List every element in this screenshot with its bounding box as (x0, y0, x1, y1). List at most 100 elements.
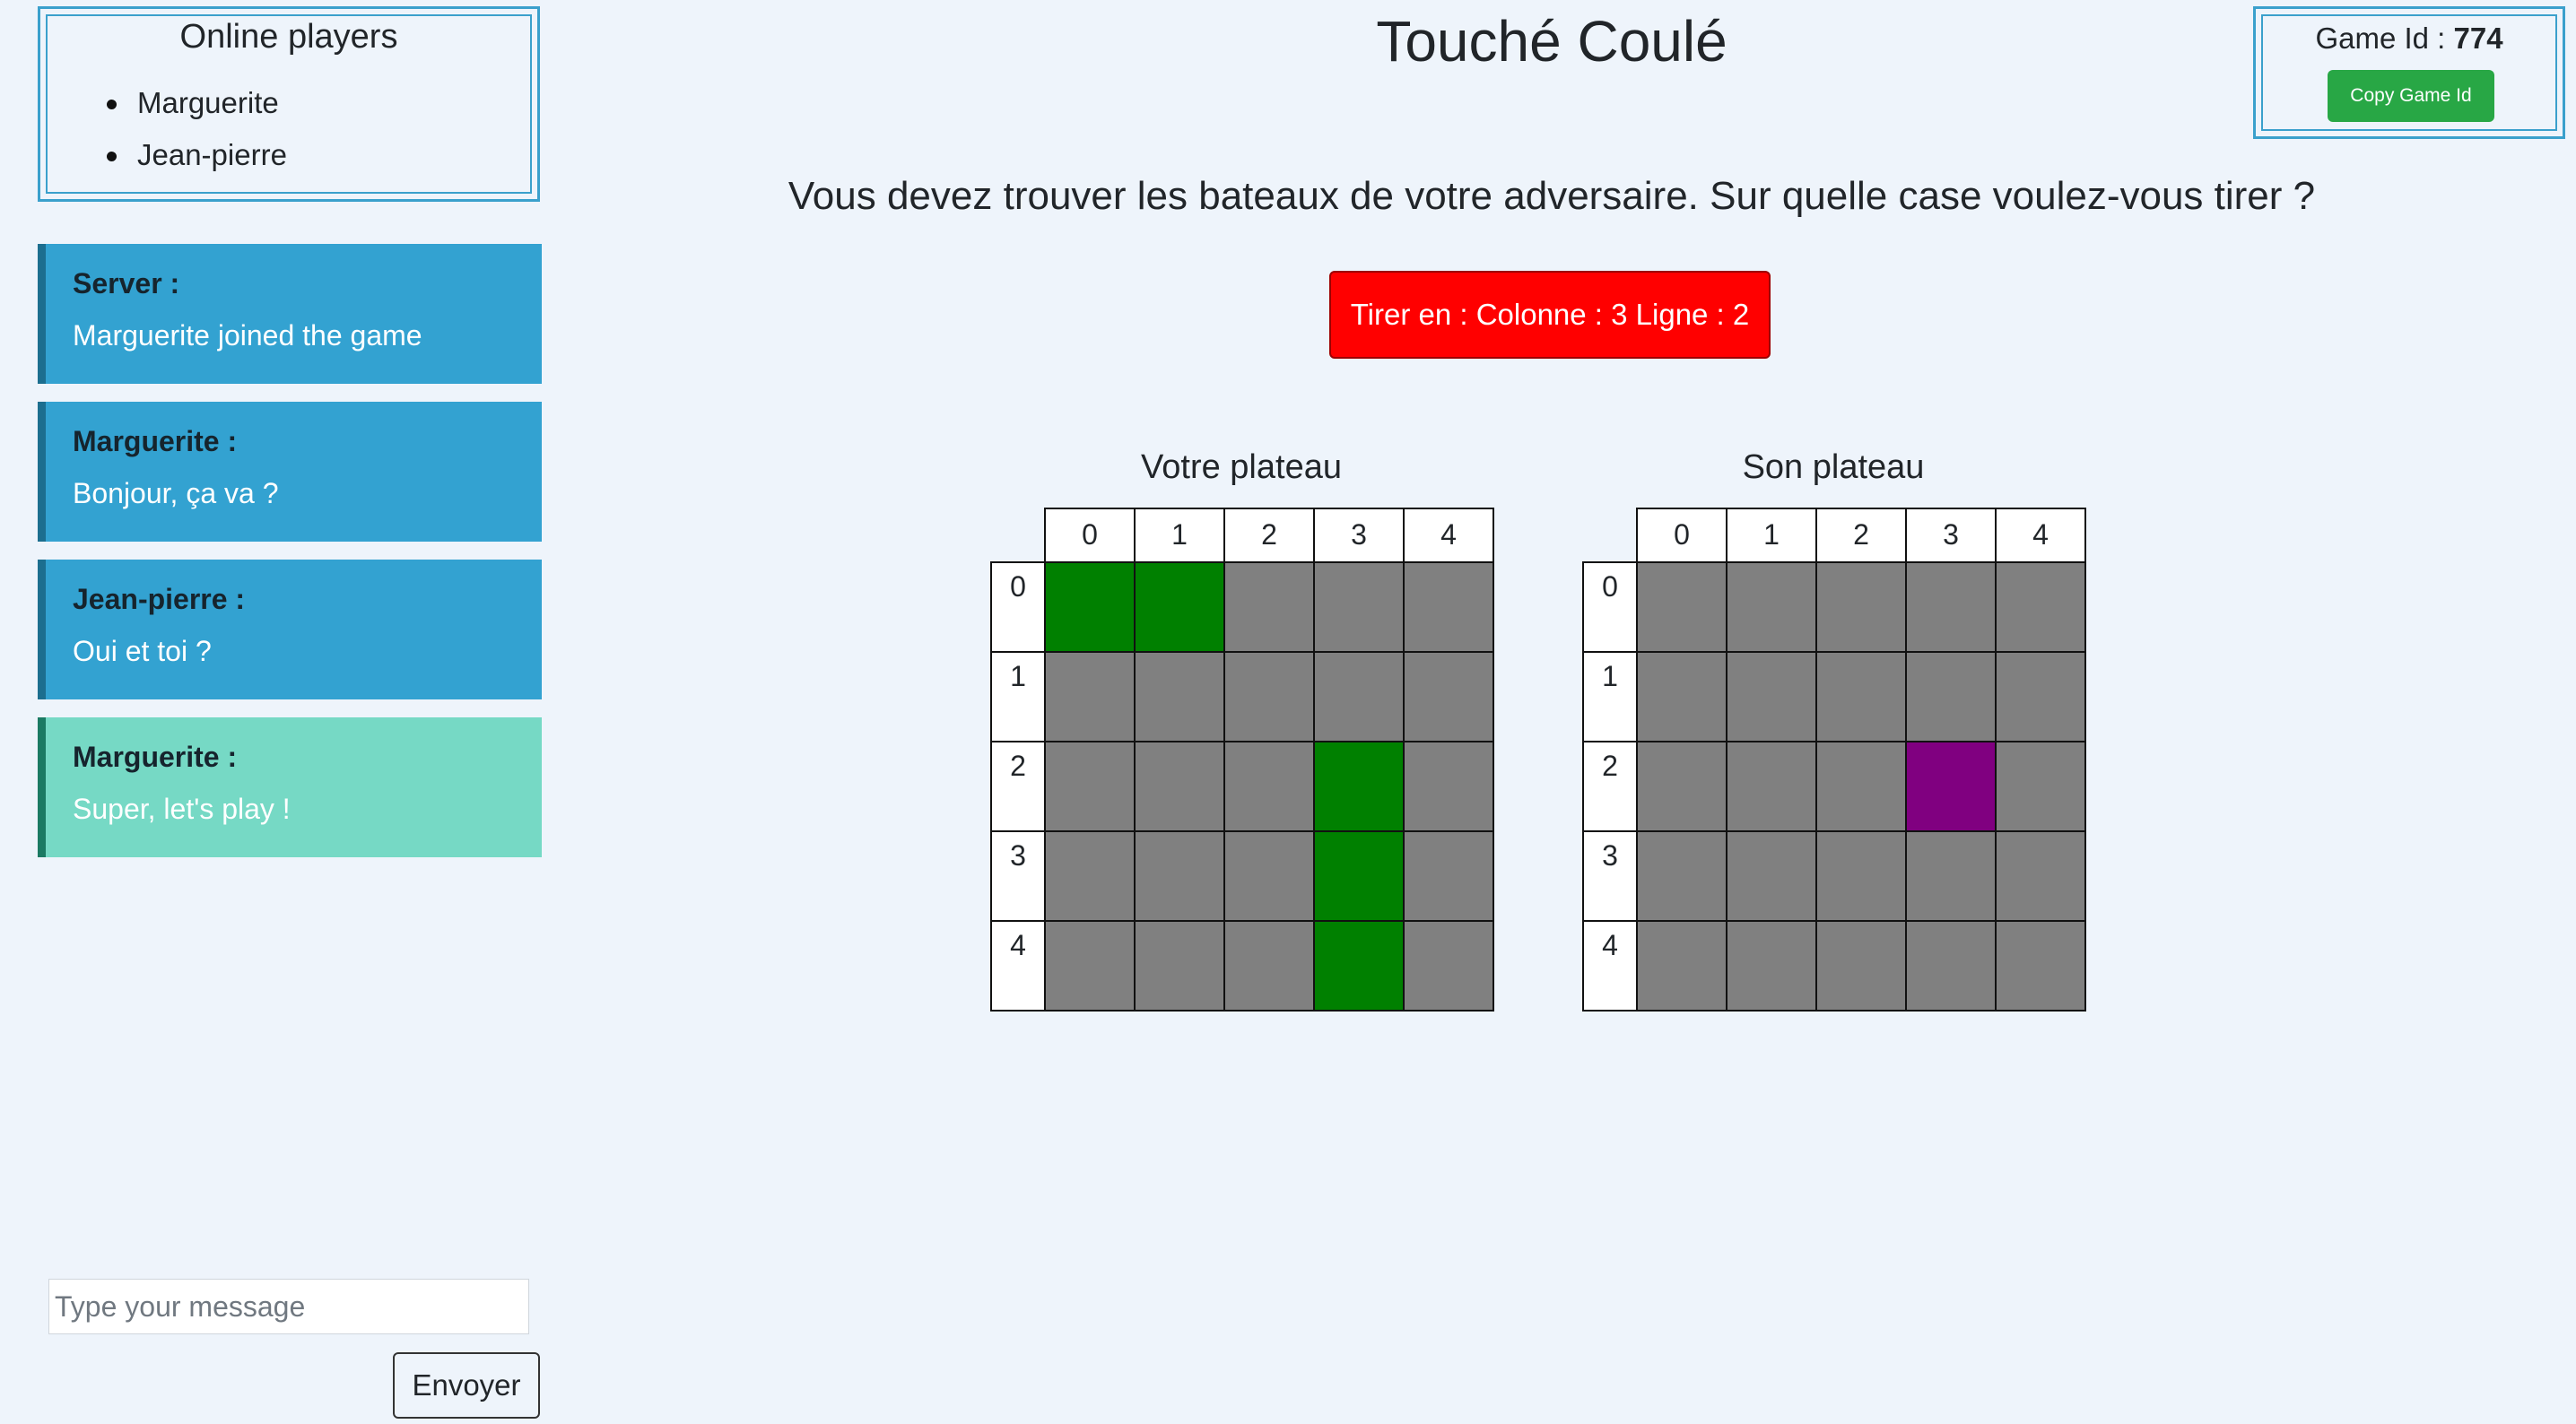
own-board-cell-ship (1313, 741, 1405, 832)
online-players-list: Marguerite Jean-pierre (103, 77, 287, 181)
player-name: Marguerite (137, 86, 279, 119)
chat-message: Marguerite : Bonjour, ça va ? (38, 402, 542, 542)
opponent-board-cell-empty[interactable] (1905, 920, 1997, 1012)
opponent-board-column-header: 1 (1726, 508, 1817, 563)
message-text: Bonjour, ça va ? (73, 477, 279, 509)
online-players-panel: Online players Marguerite Jean-pierre (38, 6, 540, 202)
message-text: Marguerite joined the game (73, 319, 422, 352)
own-board-row-header: 1 (990, 651, 1046, 742)
chat-message: Server : Marguerite joined the game (38, 244, 542, 384)
bullet-icon (107, 152, 117, 161)
own-board-cell-empty (1134, 920, 1225, 1012)
own-board-cell-ship (1313, 920, 1405, 1012)
opponent-board-row-header: 4 (1582, 920, 1638, 1012)
own-board-column-header: 3 (1313, 508, 1405, 563)
opponent-board-cell-empty[interactable] (1995, 830, 2086, 922)
opponent-board-cell-empty[interactable] (1726, 741, 1817, 832)
own-board-cell-empty (1223, 561, 1315, 653)
opponent-board-cell-empty[interactable] (1726, 830, 1817, 922)
own-board-cell-empty (1403, 830, 1494, 922)
opponent-board-cell-empty[interactable] (1815, 741, 1907, 832)
own-board-column-header: 0 (1044, 508, 1136, 563)
player-name: Jean-pierre (137, 138, 287, 171)
game-instruction: Vous devez trouver les bateaux de votre … (788, 174, 2316, 218)
own-board-cell-empty (1044, 651, 1136, 742)
chat-message-input[interactable] (48, 1279, 529, 1334)
game-id-value: 774 (2453, 22, 2503, 55)
opponent-board-cell-empty[interactable] (1995, 920, 2086, 1012)
own-board-cell-empty (1313, 561, 1405, 653)
opponent-board-row-header: 0 (1582, 561, 1638, 653)
opponent-board-title: Son plateau (1742, 448, 1925, 486)
opponent-board-row-header: 2 (1582, 741, 1638, 832)
message-text: Oui et toi ? (73, 635, 212, 667)
opponent-board-cell-empty[interactable] (1905, 830, 1997, 922)
opponent-board-column-header: 2 (1815, 508, 1907, 563)
message-author: Marguerite : (73, 425, 238, 457)
message-text: Super, let's play ! (73, 793, 291, 825)
opponent-board-cell-empty[interactable] (1726, 920, 1817, 1012)
opponent-board-cell-empty[interactable] (1726, 651, 1817, 742)
fire-button[interactable]: Tirer en : Colonne : 3 Ligne : 2 (1329, 271, 1771, 359)
opponent-board-cell-empty[interactable] (1815, 830, 1907, 922)
chat-message-own: Marguerite : Super, let's play ! (38, 717, 542, 857)
player-item: Marguerite (103, 77, 287, 129)
own-board-cell-empty (1044, 830, 1136, 922)
opponent-board-cell-target[interactable] (1905, 741, 1997, 832)
own-board-row-header: 3 (990, 830, 1046, 922)
own-board-cell-empty (1134, 741, 1225, 832)
own-board-row-header: 0 (990, 561, 1046, 653)
own-board-cell-empty (1403, 741, 1494, 832)
own-board-cell-empty (1403, 920, 1494, 1012)
opponent-board-cell-empty[interactable] (1815, 920, 1907, 1012)
message-author: Marguerite : (73, 741, 238, 773)
own-board-cell-empty (1223, 651, 1315, 742)
own-board-cell-empty (1044, 920, 1136, 1012)
game-id-text: Game Id : 774 (2256, 22, 2563, 56)
copy-game-id-button[interactable]: Copy Game Id (2328, 70, 2494, 122)
own-board-row-header: 4 (990, 920, 1046, 1012)
opponent-board-cell-empty[interactable] (1636, 741, 1727, 832)
opponent-board-row-header: 3 (1582, 830, 1638, 922)
own-board-cell-empty (1134, 830, 1225, 922)
opponent-board-cell-empty[interactable] (1905, 561, 1997, 653)
opponent-board-cell-empty[interactable] (1726, 561, 1817, 653)
opponent-board-column-header: 0 (1636, 508, 1727, 563)
bullet-icon (107, 100, 117, 109)
opponent-board-column-header: 3 (1905, 508, 1997, 563)
own-board-cell-ship (1134, 561, 1225, 653)
game-id-label: Game Id : (2315, 22, 2454, 55)
own-board-cell-empty (1223, 920, 1315, 1012)
own-board-column-header: 2 (1223, 508, 1315, 563)
message-author: Jean-pierre : (73, 583, 246, 615)
page-title: Touché Coulé (1376, 9, 1727, 74)
own-board-row-header: 2 (990, 741, 1046, 832)
opponent-board-cell-empty[interactable] (1815, 561, 1907, 653)
opponent-board-cell-empty[interactable] (1815, 651, 1907, 742)
own-board-cell-ship (1313, 830, 1405, 922)
send-message-button[interactable]: Envoyer (393, 1352, 540, 1419)
own-board-cell-empty (1223, 741, 1315, 832)
own-board-cell-empty (1313, 651, 1405, 742)
message-author: Server : (73, 267, 180, 300)
opponent-board-cell-empty[interactable] (1636, 920, 1727, 1012)
opponent-board-cell-empty[interactable] (1636, 651, 1727, 742)
own-board-cell-empty (1223, 830, 1315, 922)
opponent-board-column-header: 4 (1995, 508, 2086, 563)
opponent-board-cell-empty[interactable] (1905, 651, 1997, 742)
opponent-board-cell-empty[interactable] (1995, 741, 2086, 832)
opponent-board-cell-empty[interactable] (1995, 651, 2086, 742)
opponent-board-cell-empty[interactable] (1995, 561, 2086, 653)
own-board-cell-empty (1403, 651, 1494, 742)
own-board-title: Votre plateau (1141, 448, 1342, 486)
online-players-title: Online players (179, 18, 398, 56)
own-board-cell-ship (1044, 561, 1136, 653)
opponent-board-cell-empty[interactable] (1636, 830, 1727, 922)
own-board-cell-empty (1403, 561, 1494, 653)
own-board-column-header: 4 (1403, 508, 1494, 563)
own-board-cell-empty (1044, 741, 1136, 832)
own-board-column-header: 1 (1134, 508, 1225, 563)
player-item: Jean-pierre (103, 129, 287, 181)
opponent-board-cell-empty[interactable] (1636, 561, 1727, 653)
chat-message: Jean-pierre : Oui et toi ? (38, 560, 542, 699)
